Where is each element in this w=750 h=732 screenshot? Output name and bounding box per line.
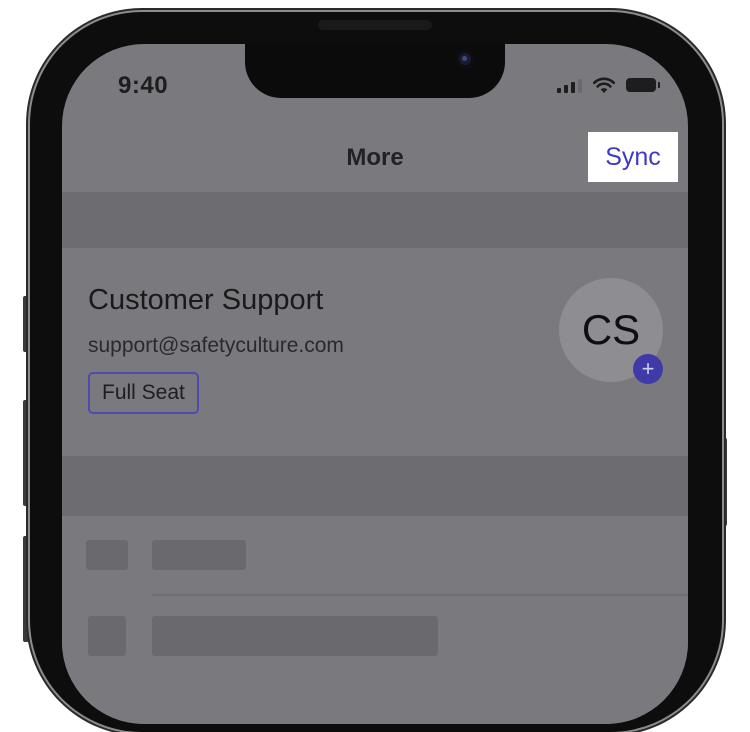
battery-icon xyxy=(626,78,660,92)
seat-badge: Full Seat xyxy=(88,372,199,414)
nav-bar: More Sync xyxy=(62,132,688,192)
notch xyxy=(245,44,505,98)
signal-icon xyxy=(557,77,582,93)
plus-icon[interactable]: + xyxy=(633,354,663,384)
profile-email: support@safetyculture.com xyxy=(88,334,344,357)
section-separator xyxy=(62,192,688,248)
section-separator xyxy=(62,456,688,516)
skeleton-icon xyxy=(86,540,128,570)
skeleton-label xyxy=(152,616,438,656)
phone-screen: 9:40 More Sync Customer Support support@… xyxy=(62,44,688,724)
profile-name: Customer Support xyxy=(88,284,324,316)
camera-icon xyxy=(456,50,474,68)
status-time: 9:40 xyxy=(118,72,169,99)
menu-list-placeholder xyxy=(62,516,688,724)
status-bar: 9:40 xyxy=(62,44,688,132)
wifi-icon xyxy=(592,77,616,93)
silent-switch xyxy=(23,296,29,352)
profile-card: Customer Support support@safetyculture.c… xyxy=(62,248,688,456)
volume-up-button xyxy=(23,400,29,506)
skeleton-label xyxy=(152,540,246,570)
volume-down-button xyxy=(23,536,29,642)
sync-button[interactable]: Sync xyxy=(588,132,678,182)
status-icons xyxy=(557,76,660,94)
speaker-grille xyxy=(318,20,432,30)
skeleton-icon xyxy=(88,616,126,656)
list-divider xyxy=(152,594,688,596)
